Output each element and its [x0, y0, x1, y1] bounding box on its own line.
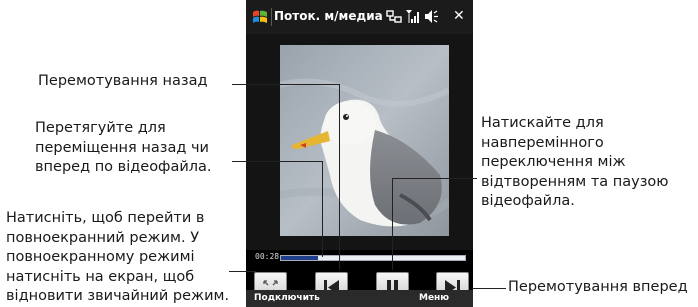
video-frame-seagull[interactable] [280, 45, 449, 236]
volume-icon[interactable] [423, 9, 439, 24]
softkey-right[interactable]: Меню [419, 293, 449, 303]
callout-forward: Перемотування вперед [508, 279, 688, 295]
connectivity-icon[interactable] [386, 10, 402, 24]
seek-bar-row: 00:28 [246, 252, 473, 264]
close-icon[interactable]: ✕ [453, 8, 465, 24]
callout-pause: Натискайте для навперемінного переключен… [481, 115, 669, 209]
callout-rewind: Перемотування назад [38, 73, 208, 89]
leader-seek-h [232, 161, 322, 162]
window-title: Поток. м/медиа [274, 9, 383, 23]
elapsed-time: 00:28 [255, 252, 280, 261]
leader-pause-v [392, 178, 393, 270]
title-separator [271, 8, 272, 26]
callout-fullscreen: Натисніть, щоб перейти в повноекранний р… [6, 210, 230, 304]
softkey-bar: Подключить Меню [246, 290, 473, 307]
leader-rewind-h [232, 84, 339, 85]
windows-start-icon[interactable] [252, 9, 268, 25]
video-area[interactable] [246, 34, 473, 250]
leader-rewind-v [339, 84, 340, 270]
callout-seek: Перетягуйте для переміщення назад чи впе… [35, 120, 212, 175]
signal-icon[interactable] [405, 9, 419, 24]
seek-slider[interactable] [280, 255, 466, 261]
leader-pause-h [392, 178, 477, 179]
seek-progress-fill [281, 256, 318, 260]
leader-fullscreen [229, 271, 256, 272]
leader-seek-v [322, 161, 323, 257]
leader-forward [472, 288, 506, 289]
softkey-left[interactable]: Подключить [254, 293, 320, 303]
phone-screen: Поток. м/медиа ✕ 00:28 Подключить Меню [246, 0, 473, 307]
title-bar: Поток. м/медиа ✕ [246, 0, 473, 34]
